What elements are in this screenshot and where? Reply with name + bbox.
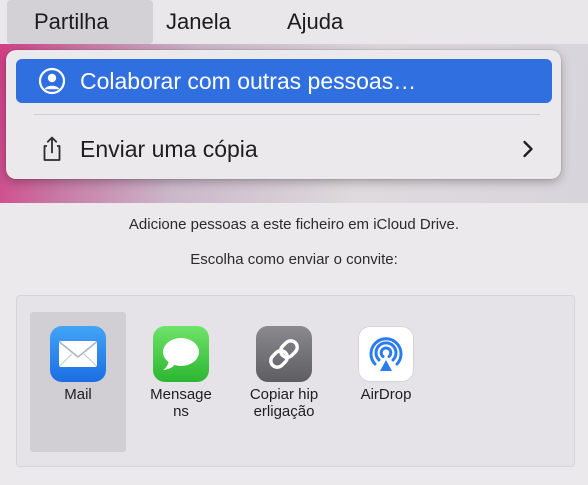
link-icon (256, 326, 312, 382)
menu-help[interactable]: Ajuda (287, 0, 343, 44)
messages-icon (153, 326, 209, 382)
panel-prompt: Escolha como enviar o convite: (190, 251, 398, 268)
panel-description: Adicione pessoas a este ficheiro em iClo… (128, 216, 460, 233)
share-option-copy-link[interactable]: Copiar hiperligação (236, 312, 332, 452)
menu-item-send-copy[interactable]: Enviar uma cópia (16, 127, 552, 171)
share-option-label: Mail (64, 386, 92, 403)
share-option-label: Mensagens (150, 386, 212, 420)
share-dropdown-menu: Colaborar com outras pessoas… Enviar uma… (6, 50, 561, 179)
menu-item-collaborate[interactable]: Colaborar com outras pessoas… (16, 59, 552, 103)
share-option-label: Copiar hiperligação (249, 386, 319, 420)
mail-icon (50, 326, 106, 382)
collaboration-panel: Adicione pessoas a este ficheiro em iClo… (0, 203, 588, 485)
menu-item-label: Colaborar com outras pessoas… (80, 68, 417, 94)
share-option-mail[interactable]: Mail (30, 312, 126, 452)
menu-bar: Partilha Janela Ajuda (0, 0, 588, 44)
menu-item-label: Enviar uma cópia (80, 136, 258, 162)
share-options-list: Mail Mensagens Copiar hiperligação AirDr… (16, 295, 575, 467)
menu-separator (34, 114, 540, 115)
share-option-messages[interactable]: Mensagens (133, 312, 229, 452)
share-option-label: AirDrop (360, 386, 412, 403)
share-icon (43, 136, 61, 161)
share-option-airdrop[interactable]: AirDrop (338, 312, 434, 452)
airdrop-icon (358, 326, 414, 382)
person-circle-icon (38, 67, 66, 95)
chevron-right-icon (523, 140, 533, 158)
menu-window[interactable]: Janela (166, 0, 231, 44)
menu-share[interactable]: Partilha (7, 0, 153, 44)
